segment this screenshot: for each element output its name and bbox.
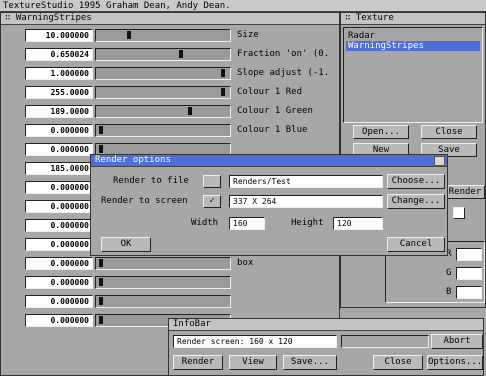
param-label: Slope adjust (-1. xyxy=(237,68,330,78)
render-to-file-checkbox[interactable] xyxy=(203,175,221,188)
screen-mode-field[interactable]: 337 X 264 xyxy=(229,195,383,208)
b-field[interactable] xyxy=(456,286,482,299)
render-options-titlebar[interactable]: Render options xyxy=(91,155,447,167)
infobar-save-button[interactable]: Save... xyxy=(283,355,337,370)
param-slider[interactable] xyxy=(95,48,231,61)
param-value-field[interactable]: 189.0000 xyxy=(25,105,93,118)
infobar-render-button[interactable]: Render xyxy=(173,355,223,370)
close-texture-button[interactable]: Close xyxy=(421,125,477,139)
param-label: Fraction 'on' (0. xyxy=(237,49,330,59)
screen-title-bar: TextureStudio 1995 Graham Dean, Andy Dea… xyxy=(0,0,486,12)
param-row: 0.650024 Fraction 'on' (0. xyxy=(1,46,341,62)
param-row: 189.0000 Colour 1 Green xyxy=(1,103,341,119)
ok-button[interactable]: OK xyxy=(101,237,151,252)
height-field[interactable]: 120 xyxy=(333,217,383,230)
render-options-title: Render options xyxy=(95,155,171,165)
param-value-field[interactable]: 10.000000 xyxy=(25,29,93,42)
param-slider-knob[interactable] xyxy=(188,107,192,115)
infobar-titlebar[interactable]: InfoBar xyxy=(169,319,483,331)
param-row: 255.0000 Colour 1 Red xyxy=(1,84,341,100)
main-window-titlebar[interactable]: ∷ WarningStripes xyxy=(1,13,339,25)
param-value-field[interactable]: 0.650024 xyxy=(25,48,93,61)
param-value-field[interactable]: 0.000000 xyxy=(25,143,93,156)
infobar-window: InfoBar Render screen: 160 x 120 Abort R… xyxy=(168,318,484,376)
param-value-field[interactable]: 0.000000 xyxy=(25,295,93,308)
param-row: 0.000000 xyxy=(1,274,341,290)
param-slider-knob[interactable] xyxy=(221,69,225,77)
change-screen-mode-button[interactable]: Change... xyxy=(387,194,445,209)
depth-gadget-icon[interactable] xyxy=(434,156,445,166)
texture-list-item[interactable]: Radar xyxy=(346,31,480,41)
param-value-field[interactable]: 0.000000 xyxy=(25,238,93,251)
r-field[interactable] xyxy=(456,248,482,261)
infobar-options-button[interactable]: Options... xyxy=(427,355,483,370)
param-slider-knob[interactable] xyxy=(127,31,131,39)
infobar-progress xyxy=(341,335,429,348)
param-slider-knob[interactable] xyxy=(99,278,103,286)
param-slider[interactable] xyxy=(95,105,231,118)
param-slider-knob[interactable] xyxy=(99,145,103,153)
infobar-title: InfoBar xyxy=(173,319,211,329)
param-value-field[interactable]: 0.000000 xyxy=(25,314,93,327)
param-value-field[interactable]: 0.000000 xyxy=(25,219,93,232)
render-options-dialog: Render options Render to file Renders/Te… xyxy=(90,154,448,256)
preview-checkbox[interactable] xyxy=(453,207,465,219)
param-value-field[interactable]: 0.000000 xyxy=(25,181,93,194)
g-field[interactable] xyxy=(456,267,482,280)
param-value-field[interactable]: 1.000000 xyxy=(25,67,93,80)
file-path-field[interactable]: Renders/Test xyxy=(229,175,383,188)
param-row: 10.000000 Size xyxy=(1,27,341,43)
param-row: 0.000000 Colour 1 Blue xyxy=(1,122,341,138)
render-to-file-label: Render to file xyxy=(113,176,189,186)
param-value-field[interactable]: 0.000000 xyxy=(25,276,93,289)
param-row: 0.000000 box xyxy=(1,255,341,271)
param-slider-knob[interactable] xyxy=(99,259,103,267)
width-field[interactable]: 160 xyxy=(229,217,265,230)
infobar-status: Render screen: 160 x 120 xyxy=(173,335,337,348)
infobar-close-button[interactable]: Close xyxy=(373,355,423,370)
param-value-field[interactable]: 255.0000 xyxy=(25,86,93,99)
width-label: Width xyxy=(191,218,219,228)
param-value-field[interactable]: 0.000000 xyxy=(25,257,93,270)
param-slider[interactable] xyxy=(95,257,231,270)
abort-button[interactable]: Abort xyxy=(431,334,483,349)
render-texture-button[interactable]: Render xyxy=(445,185,485,199)
param-label: Size xyxy=(237,30,259,40)
param-row: 1.000000 Slope adjust (-1. xyxy=(1,65,341,81)
open-button[interactable]: Open... xyxy=(353,125,409,139)
render-to-screen-label: Render to screen xyxy=(101,196,188,206)
g-label: G xyxy=(446,268,452,278)
param-slider[interactable] xyxy=(95,29,231,42)
texture-list-item[interactable]: WarningStripes xyxy=(346,41,480,51)
param-slider[interactable] xyxy=(95,276,231,289)
texture-window-titlebar[interactable]: ∷ Texture xyxy=(341,13,485,25)
choose-file-button[interactable]: Choose... xyxy=(387,174,445,189)
screen-title: TextureStudio 1995 Graham Dean, Andy Dea… xyxy=(3,1,231,11)
param-label: Colour 1 Blue xyxy=(237,125,308,135)
texture-list[interactable]: Radar WarningStripes xyxy=(343,27,483,123)
param-slider[interactable] xyxy=(95,124,231,137)
param-slider-knob[interactable] xyxy=(99,316,103,324)
param-value-field[interactable]: 0.000000 xyxy=(25,200,93,213)
param-slider-knob[interactable] xyxy=(179,50,183,58)
infobar-view-button[interactable]: View xyxy=(229,355,277,370)
render-to-screen-checkbox[interactable]: ✓ xyxy=(203,195,221,208)
param-slider[interactable] xyxy=(95,67,231,80)
b-label: B xyxy=(446,287,452,297)
param-slider-knob[interactable] xyxy=(221,88,225,96)
texture-window-title: Texture xyxy=(355,13,394,23)
main-window-title: WarningStripes xyxy=(15,13,92,23)
param-slider-knob[interactable] xyxy=(99,126,103,134)
param-row: 0.000000 xyxy=(1,293,341,309)
param-label: Colour 1 Green xyxy=(237,106,313,116)
param-value-field[interactable]: 0.000000 xyxy=(25,124,93,137)
param-slider[interactable] xyxy=(95,295,231,308)
cancel-button[interactable]: Cancel xyxy=(387,237,445,252)
param-label: Colour 1 Red xyxy=(237,87,303,97)
param-slider-knob[interactable] xyxy=(99,297,103,305)
param-value-field[interactable]: 185.0000 xyxy=(25,162,93,175)
param-label: box xyxy=(237,258,254,268)
param-slider[interactable] xyxy=(95,86,231,99)
height-label: Height xyxy=(291,218,324,228)
